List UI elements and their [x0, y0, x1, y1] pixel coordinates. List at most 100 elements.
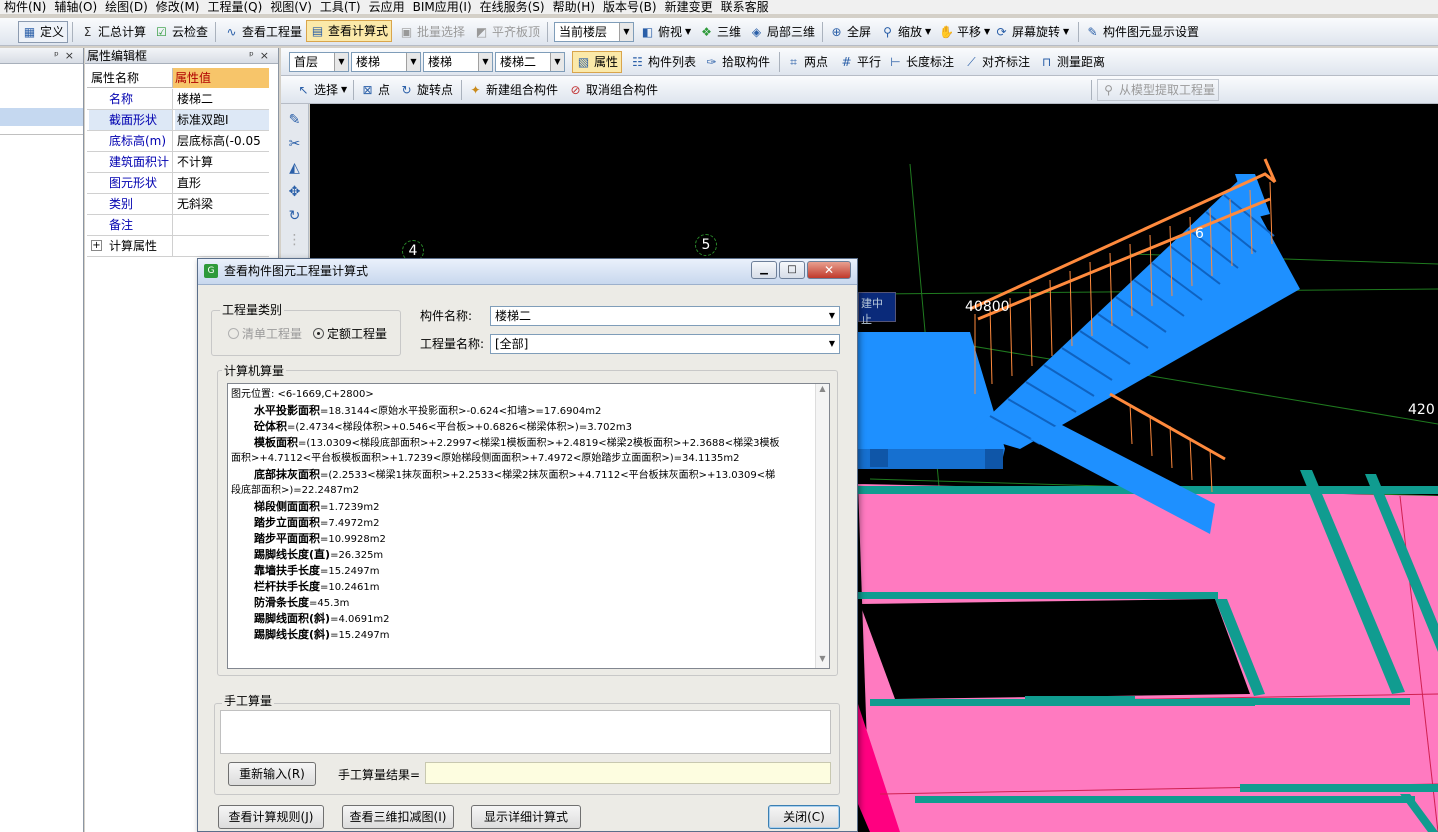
measure-distance-button[interactable]: ⊓ 测量距离: [1036, 51, 1108, 73]
cancel-group-button[interactable]: ⊘ 取消组合构件: [565, 79, 661, 101]
rotate-screen-button[interactable]: ⟳ 屏幕旋转 ▼: [991, 21, 1072, 43]
pin-close-icon[interactable]: ᵖ×: [54, 48, 80, 64]
calc-expression: 面积>+4.7112<平台板模板面积>+1.7239<原始梯段侧面面积>+7.4…: [231, 453, 740, 464]
menu-view[interactable]: 视图(V): [266, 0, 316, 14]
menu-tools[interactable]: 工具(T): [316, 0, 365, 14]
scissors-icon[interactable]: ✂: [281, 132, 308, 156]
pin-close-icon[interactable]: ᵖ×: [249, 48, 275, 64]
prop-row[interactable]: 备注: [87, 215, 269, 236]
menu-axis[interactable]: 辅轴(O): [50, 0, 101, 14]
scroll-down-icon[interactable]: ▼: [816, 654, 829, 668]
close-window-button[interactable]: ✕: [807, 261, 851, 279]
menu-version[interactable]: 版本号(B): [599, 0, 661, 14]
chevron-down-icon: ▼: [685, 27, 692, 36]
view-qty-button[interactable]: ∿ 查看工程量: [221, 21, 305, 43]
current-floor-select[interactable]: 当前楼层 ▼: [554, 22, 634, 42]
zoom-button[interactable]: ⚲ 缩放 ▼: [877, 21, 934, 43]
component-list-button[interactable]: ☷ 构件列表: [627, 51, 699, 73]
prop-row[interactable]: 名称 楼梯二: [87, 89, 269, 110]
selected-list-item[interactable]: [0, 108, 83, 126]
prop-row[interactable]: 截面形状 标准双跑I: [87, 110, 269, 131]
floor-select[interactable]: 首层 ▼: [289, 52, 349, 72]
display-settings-button[interactable]: ✎ 构件图元显示设置: [1082, 21, 1202, 43]
show-detail-button[interactable]: 显示详细计算式: [471, 805, 581, 829]
sum-calc-button[interactable]: Σ 汇总计算: [77, 21, 149, 43]
radio-list-qty[interactable]: 清单工程量: [228, 325, 302, 342]
view-rules-button[interactable]: 查看计算规则(J): [218, 805, 324, 829]
reinput-button[interactable]: 重新输入(R): [228, 762, 316, 786]
calc-textbox[interactable]: 图元位置: <6-1669,C+2800> 水平投影面积=18.3144<原始水平…: [227, 383, 830, 669]
more-icon[interactable]: ⋮: [281, 228, 308, 252]
menu-online[interactable]: 在线服务(S): [476, 0, 549, 14]
menu-quantity[interactable]: 工程量(Q): [203, 0, 266, 14]
menu-cloud[interactable]: 云应用: [365, 0, 409, 14]
prop-row[interactable]: 类别 无斜梁: [87, 194, 269, 215]
calc-expression: =4.0691m2: [330, 614, 390, 625]
menu-help[interactable]: 帮助(H): [549, 0, 599, 14]
menu-new-change[interactable]: 新建变更: [661, 0, 717, 14]
minimize-button[interactable]: ▁: [751, 261, 777, 279]
align-dim-button[interactable]: ⟋ 对齐标注: [961, 51, 1033, 73]
menu-contact[interactable]: 联系客服: [717, 0, 773, 14]
select-button[interactable]: ↖ 选择 ▼: [293, 79, 350, 101]
menu-bim[interactable]: BIM应用(I): [409, 0, 476, 14]
prop-name: 名称: [89, 89, 173, 109]
move-icon[interactable]: ✥: [281, 180, 308, 204]
top-view-button[interactable]: ◧ 俯视 ▼: [637, 21, 694, 43]
extract-from-model-button[interactable]: ⚲ 从模型提取工程量: [1097, 79, 1220, 101]
maximize-button[interactable]: □: [779, 261, 805, 279]
level-slab-button[interactable]: ◩ 平齐板顶: [471, 21, 543, 43]
close-button[interactable]: 关闭(C): [768, 805, 840, 829]
prop-value[interactable]: [175, 215, 269, 235]
prop-row[interactable]: 底标高(m) 层底标高(-0.05: [87, 131, 269, 152]
prop-value[interactable]: 标准双跑I: [175, 110, 269, 130]
cloud-check-button[interactable]: ☑ 云检查: [151, 21, 211, 43]
prop-value[interactable]: 无斜梁: [175, 194, 269, 214]
parallel-button[interactable]: # 平行: [836, 51, 884, 73]
edit-icon[interactable]: ✎: [281, 108, 308, 132]
prop-value[interactable]: 层底标高(-0.05: [175, 131, 269, 151]
dialog-titlebar[interactable]: G 查看构件图元工程量计算式 ▁ □ ✕: [198, 259, 857, 285]
menu-draw[interactable]: 绘图(D): [101, 0, 152, 14]
scroll-up-icon[interactable]: ▲: [816, 384, 829, 398]
scrollbar[interactable]: ▲ ▼: [815, 384, 829, 668]
view-3d-deduction-button[interactable]: 查看三维扣减图(I): [342, 805, 454, 829]
sigma-icon: Σ: [83, 25, 92, 39]
point-button[interactable]: ⊠ 点: [357, 79, 393, 101]
properties-button[interactable]: ▧ 属性: [572, 51, 623, 73]
prop-value[interactable]: 直形: [175, 173, 269, 193]
menu-component[interactable]: 构件(N): [0, 0, 50, 14]
view-formula-button[interactable]: ▤ 查看计算式: [306, 20, 393, 42]
qty-name-select[interactable]: [全部] ▼: [490, 334, 840, 354]
prop-row[interactable]: 建筑面积计 不计算: [87, 152, 269, 173]
comp-name-select[interactable]: 楼梯二 ▼: [490, 306, 840, 326]
pan-button[interactable]: ✋ 平移 ▼: [936, 21, 993, 43]
comp-name-label: 构件名称:: [420, 309, 473, 323]
rotate-icon[interactable]: ↻: [281, 204, 308, 228]
fullscreen-button[interactable]: ⊕ 全屏: [826, 21, 874, 43]
new-group-button[interactable]: ✦ 新建组合构件: [465, 79, 561, 101]
menu-modify[interactable]: 修改(M): [152, 0, 204, 14]
prop-value[interactable]: [175, 236, 269, 256]
pick-component-button[interactable]: ✑ 拾取构件: [701, 51, 773, 73]
prop-row[interactable]: + 计算属性: [87, 236, 269, 257]
prop-value[interactable]: 楼梯二: [175, 89, 269, 109]
prop-value[interactable]: 不计算: [175, 152, 269, 172]
two-points-button[interactable]: ⌗ 两点: [783, 51, 831, 73]
mirror-icon[interactable]: ◭: [281, 156, 308, 180]
local-3d-button[interactable]: ◈ 局部三维: [746, 21, 818, 43]
local-3d-icon: ◈: [751, 25, 762, 39]
category-select[interactable]: 楼梯 ▼: [351, 52, 421, 72]
prop-row[interactable]: 图元形状 直形: [87, 173, 269, 194]
batch-select-button[interactable]: ▣ 批量选择: [396, 21, 468, 43]
rotate-point-button[interactable]: ↻ 旋转点: [396, 79, 456, 101]
manual-input[interactable]: [220, 710, 831, 754]
three-d-button[interactable]: ❖ 三维: [696, 21, 744, 43]
type-select[interactable]: 楼梯 ▼: [423, 52, 493, 72]
length-dim-button[interactable]: ⊢ 长度标注: [885, 51, 957, 73]
calc-expression: =(13.0309<梯段底部面积>+2.2997<梯梁1模板面积>+2.4819…: [298, 438, 780, 449]
chevron-down-icon: ▼: [984, 27, 991, 36]
define-button[interactable]: ▦ 定义: [18, 21, 69, 43]
radio-quota-qty[interactable]: 定额工程量: [313, 325, 387, 342]
component-select[interactable]: 楼梯二 ▼: [495, 52, 565, 72]
